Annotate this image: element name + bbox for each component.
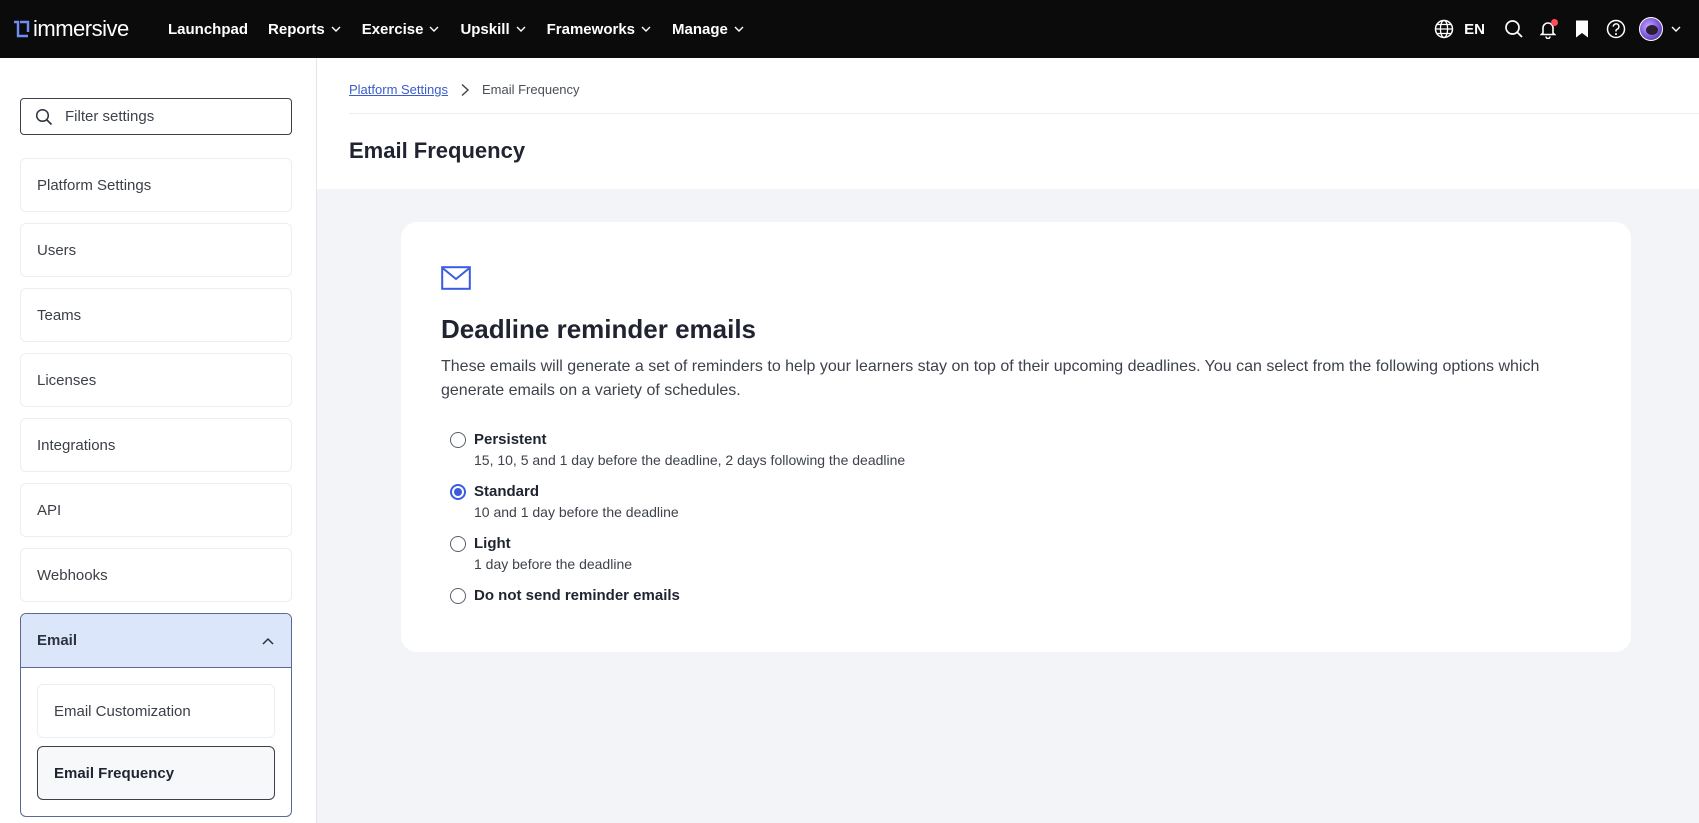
nav-frameworks[interactable]: Frameworks	[547, 21, 652, 38]
sidebar-item-label: Email	[37, 632, 78, 649]
settings-sidebar: Platform Settings Users Teams Licenses I…	[0, 58, 317, 823]
logo-mark-icon	[12, 20, 30, 38]
option-description: 10 and 1 day before the deadline	[474, 504, 679, 520]
sidebar-item-email-customization[interactable]: Email Customization	[37, 684, 275, 738]
sidebar-item-platform-settings[interactable]: Platform Settings	[20, 158, 292, 212]
chevron-right-icon	[460, 83, 470, 97]
filter-settings-input[interactable]	[65, 108, 265, 125]
radio-button[interactable]	[450, 536, 466, 552]
nav-label: Frameworks	[546, 20, 635, 38]
radio-button[interactable]	[450, 588, 466, 604]
breadcrumb-current: Email Frequency	[482, 82, 580, 97]
deadline-reminder-card: Deadline reminder emails These emails wi…	[401, 222, 1631, 652]
chevron-down-icon	[330, 23, 342, 35]
option-text: Do not send reminder emails	[474, 586, 680, 606]
sidebar-item-label: Integrations	[37, 436, 116, 454]
chevron-down-icon[interactable]	[1665, 18, 1687, 40]
globe-icon[interactable]	[1433, 18, 1455, 40]
nav-reports[interactable]: Reports	[268, 21, 342, 38]
top-right-actions: EN	[1433, 0, 1699, 58]
option-text: Persistent 15, 10, 5 and 1 day before th…	[474, 430, 905, 470]
search-icon[interactable]	[1503, 18, 1525, 40]
option-text: Light 1 day before the deadline	[474, 534, 632, 574]
chevron-down-icon	[515, 23, 527, 35]
nav-label: Reports	[268, 20, 325, 38]
sidebar-item-label: Email Frequency	[54, 764, 175, 782]
radio-option-persistent[interactable]: Persistent 15, 10, 5 and 1 day before th…	[450, 430, 905, 470]
sidebar-item-webhooks[interactable]: Webhooks	[20, 548, 292, 602]
sidebar-item-teams[interactable]: Teams	[20, 288, 292, 342]
nav-upskill[interactable]: Upskill	[460, 21, 526, 38]
divider	[349, 113, 1699, 114]
option-description: 15, 10, 5 and 1 day before the deadline,…	[474, 452, 906, 468]
sidebar-item-label: Licenses	[37, 371, 97, 389]
sidebar-item-integrations[interactable]: Integrations	[20, 418, 292, 472]
option-description: 1 day before the deadline	[474, 556, 633, 572]
sidebar-item-label: Platform Settings	[37, 176, 152, 194]
sidebar-item-label: Webhooks	[37, 566, 108, 584]
page-header: Platform Settings Email Frequency Email …	[317, 58, 1699, 189]
radio-option-light[interactable]: Light 1 day before the deadline	[450, 534, 632, 574]
option-label: Standard	[474, 483, 540, 500]
sidebar-group-email: Email Email Customization Email Frequenc…	[20, 613, 292, 817]
filter-settings-field[interactable]	[20, 98, 292, 135]
chevron-down-icon	[640, 23, 652, 35]
sidebar-item-label: Teams	[37, 306, 82, 324]
language-selector[interactable]: EN	[1464, 21, 1485, 38]
sidebar-item-api[interactable]: API	[20, 483, 292, 537]
radio-option-do-not-send[interactable]: Do not send reminder emails	[450, 586, 680, 606]
card-description: These emails will generate a set of remi…	[441, 358, 1540, 399]
nav-label: Manage	[672, 20, 728, 38]
avatar[interactable]	[1639, 17, 1663, 41]
breadcrumb-link-platform-settings[interactable]: Platform Settings	[349, 82, 448, 97]
brand-name: immersive	[33, 16, 129, 41]
chevron-down-icon	[733, 23, 745, 35]
chevron-down-icon	[428, 23, 440, 35]
nav-launchpad[interactable]: Launchpad	[168, 21, 248, 38]
sidebar-item-label: API	[37, 501, 62, 519]
nav-label: Upskill	[460, 20, 510, 38]
main-nav: Launchpad Reports Exercise Upskill Frame…	[168, 21, 765, 38]
option-label: Persistent	[474, 431, 547, 448]
breadcrumb: Platform Settings Email Frequency	[349, 82, 580, 97]
card-title: Deadline reminder emails	[441, 314, 757, 344]
option-label: Do not send reminder emails	[474, 587, 680, 604]
sidebar-item-label: Email Customization	[54, 702, 191, 720]
radio-button-selected[interactable]	[450, 484, 466, 500]
search-icon	[35, 108, 53, 126]
top-navigation-bar: immersive Launchpad Reports Exercise Ups…	[0, 0, 1699, 58]
help-icon[interactable]	[1605, 18, 1627, 40]
mail-icon	[441, 266, 471, 290]
nav-manage[interactable]: Manage	[672, 21, 745, 38]
sidebar-item-label: Users	[37, 241, 77, 259]
bookmark-icon[interactable]	[1571, 18, 1593, 40]
radio-button[interactable]	[450, 432, 466, 448]
nav-label: Launchpad	[168, 20, 249, 38]
option-text: Standard 10 and 1 day before the deadlin…	[474, 482, 679, 522]
sidebar-item-email-frequency[interactable]: Email Frequency	[37, 746, 275, 800]
notification-dot	[1551, 19, 1558, 26]
bell-icon[interactable]	[1537, 18, 1559, 40]
radio-option-standard[interactable]: Standard 10 and 1 day before the deadlin…	[450, 482, 679, 522]
chevron-up-icon	[261, 634, 275, 652]
page-title: Email Frequency	[349, 138, 526, 163]
nav-exercise[interactable]: Exercise	[362, 21, 441, 38]
brand-logo[interactable]: immersive	[12, 16, 137, 42]
nav-label: Exercise	[361, 20, 424, 38]
sidebar-item-licenses[interactable]: Licenses	[20, 353, 292, 407]
sidebar-item-email[interactable]: Email	[21, 614, 291, 668]
main-content: Platform Settings Email Frequency Email …	[317, 58, 1699, 823]
option-label: Light	[474, 535, 511, 552]
sidebar-item-users[interactable]: Users	[20, 223, 292, 277]
